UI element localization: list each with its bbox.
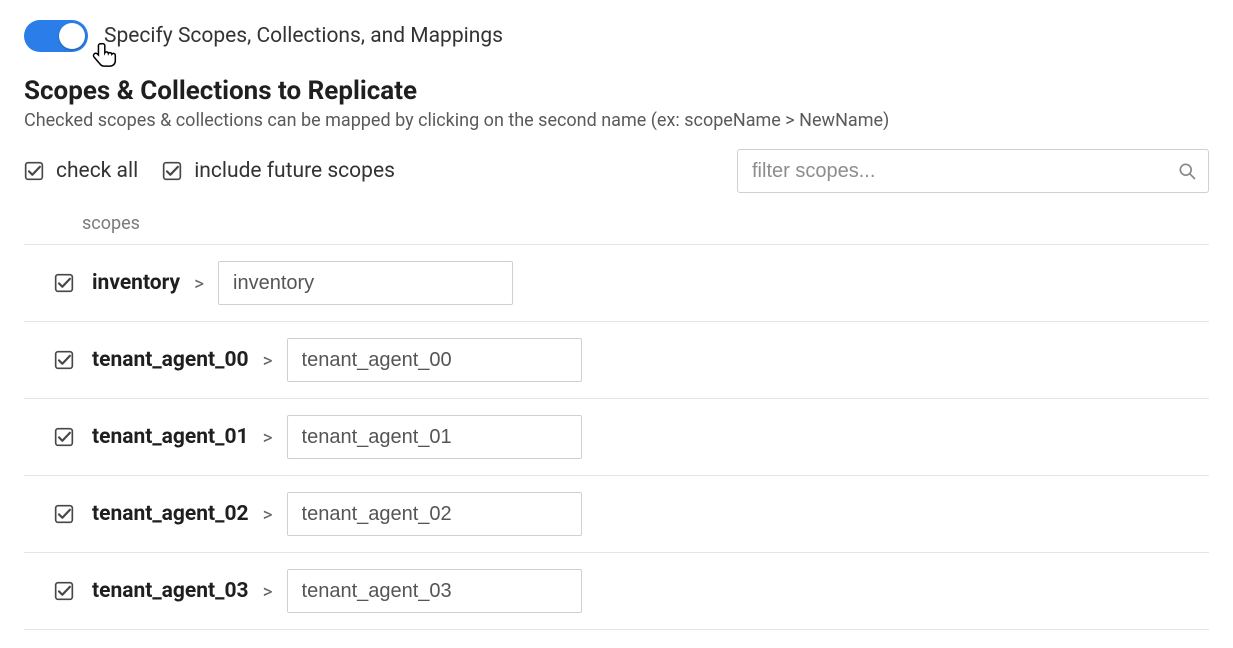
checkbox-icon [24,161,44,181]
scope-name: tenant_agent_01 [92,425,249,449]
scope-checkbox[interactable] [54,504,74,524]
mapping-arrow: > [263,580,273,603]
checkbox-icon [54,350,74,370]
mapping-arrow: > [194,272,204,295]
scope-mapping-input[interactable] [287,415,582,459]
checkbox-icon [54,273,74,293]
check-all-checkbox[interactable]: check all [24,159,138,183]
scope-checkbox[interactable] [54,581,74,601]
scope-name: inventory [92,271,180,295]
scope-checkbox[interactable] [54,427,74,447]
scope-row: tenant_agent_03 > [24,552,1209,630]
scope-row: inventory > [24,244,1209,321]
section-title: Scopes & Collections to Replicate [24,76,1209,106]
checkbox-icon [54,504,74,524]
scope-mapping-input[interactable] [287,492,582,536]
checkbox-icon [54,427,74,447]
search-icon [1177,161,1197,181]
scope-name: tenant_agent_02 [92,502,249,526]
checkbox-icon [162,161,182,181]
filter-scopes-input[interactable] [737,149,1209,193]
scopes-column-header: scopes [24,207,1209,244]
section-subtitle: Checked scopes & collections can be mapp… [24,110,1209,131]
checkbox-icon [54,581,74,601]
scope-name: tenant_agent_00 [92,348,249,372]
scope-mapping-input[interactable] [218,261,513,305]
toggle-knob [59,23,85,49]
include-future-scopes-label: include future scopes [194,159,395,183]
scope-mapping-input[interactable] [287,569,582,613]
mapping-arrow: > [263,349,273,372]
specify-scopes-toggle[interactable] [24,20,88,52]
mapping-arrow: > [263,503,273,526]
scope-mapping-input[interactable] [287,338,582,382]
scope-name: tenant_agent_03 [92,579,249,603]
specify-scopes-label: Specify Scopes, Collections, and Mapping… [104,24,503,48]
scope-row: tenant_agent_00 > [24,321,1209,398]
scope-row: tenant_agent_02 > [24,475,1209,552]
scope-row: tenant_agent_01 > [24,398,1209,475]
include-future-scopes-checkbox[interactable]: include future scopes [162,159,395,183]
scope-checkbox[interactable] [54,273,74,293]
mapping-arrow: > [263,426,273,449]
scope-checkbox[interactable] [54,350,74,370]
check-all-label: check all [56,159,138,183]
